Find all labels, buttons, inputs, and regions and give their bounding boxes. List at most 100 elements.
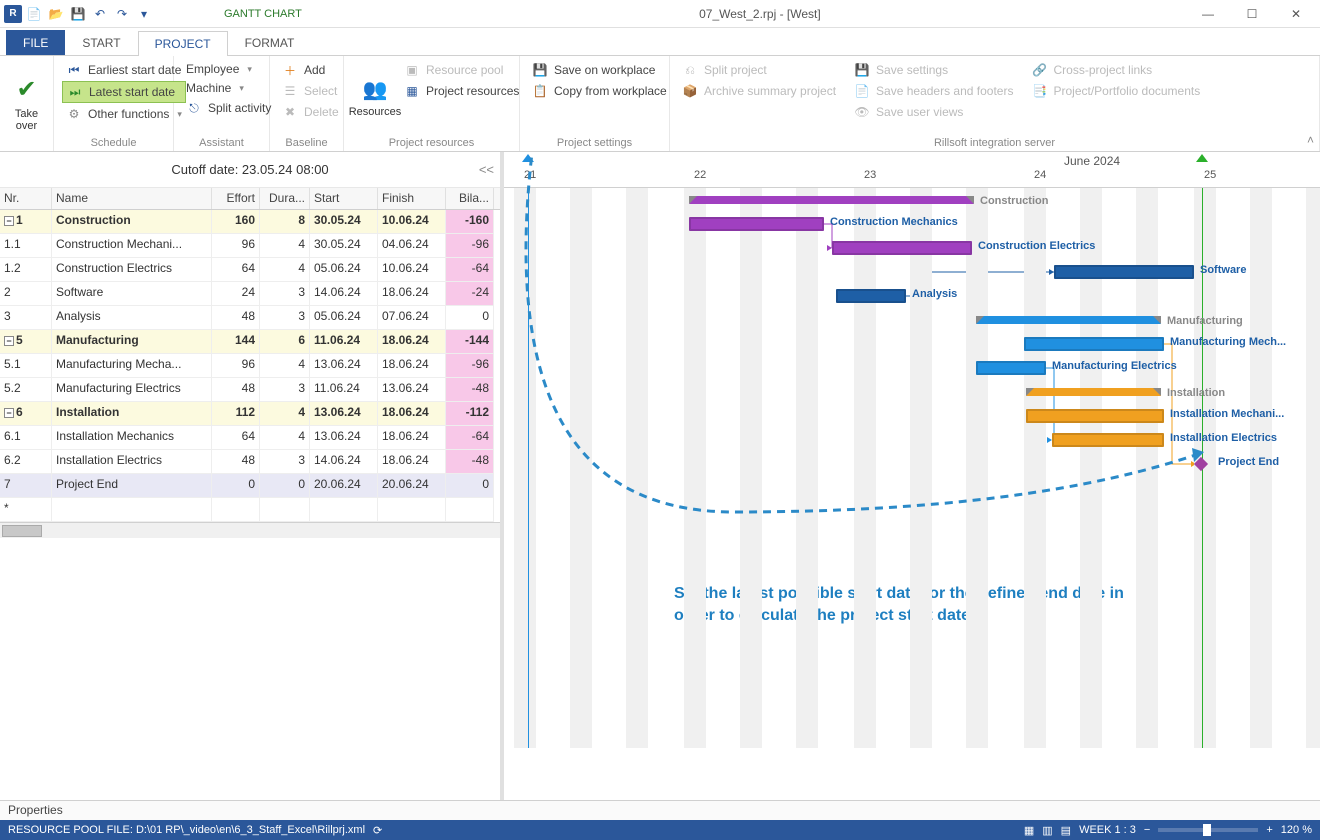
window-title: 07_West_2.rpj - [West] <box>332 7 1188 21</box>
qat-more-icon[interactable]: ▾ <box>134 4 154 24</box>
titlebar: R 📄 📂 💾 ↶ ↷ ▾ GANTT CHART 07_West_2.rpj … <box>0 0 1320 28</box>
gantt-row: Manufacturing Electrics <box>504 356 1320 380</box>
baseline-add-button[interactable]: ＋Add <box>278 60 343 80</box>
gantt-bar[interactable]: Software <box>1054 265 1194 279</box>
save-views-button[interactable]: 👁Save user views <box>850 102 1017 122</box>
portfolio-button[interactable]: 📑Project/Portfolio documents <box>1027 81 1204 101</box>
tab-format[interactable]: FORMAT <box>228 30 312 55</box>
properties-bar[interactable]: Properties <box>0 800 1320 820</box>
expander-icon[interactable]: − <box>4 216 14 226</box>
col-start[interactable]: Start <box>310 188 378 209</box>
qat-new-icon[interactable]: 📄 <box>24 4 44 24</box>
expander-icon[interactable]: − <box>4 408 14 418</box>
gantt-bar[interactable]: Installation <box>1026 388 1161 396</box>
gantt-pane[interactable]: June 2024 2122232425 Set the latest poss… <box>504 152 1320 800</box>
bar-label: Construction Mechanics <box>830 216 958 228</box>
qat-save-icon[interactable]: 💾 <box>68 4 88 24</box>
collapse-ribbon-icon[interactable]: ˄ <box>1307 133 1314 147</box>
col-finish[interactable]: Finish <box>378 188 446 209</box>
table-row-new[interactable]: * <box>0 498 500 522</box>
table-row[interactable]: −1Construction160830.05.2410.06.24-160 <box>0 210 500 234</box>
grid-body[interactable]: −1Construction160830.05.2410.06.24-1601.… <box>0 210 500 522</box>
gantt-bar[interactable]: Manufacturing <box>976 316 1161 324</box>
table-row[interactable]: 6.1Installation Mechanics64413.06.2418.0… <box>0 426 500 450</box>
baseline-delete-button[interactable]: ✖Delete <box>278 102 343 122</box>
maximize-button[interactable]: ☐ <box>1232 2 1272 26</box>
table-row[interactable]: 5.1Manufacturing Mecha...96413.06.2418.0… <box>0 354 500 378</box>
gantt-bar[interactable]: Analysis <box>836 289 906 303</box>
save-settings-button[interactable]: 💾Save settings <box>850 60 1017 80</box>
col-effort[interactable]: Effort <box>212 188 260 209</box>
select-icon: ☰ <box>282 83 298 99</box>
gantt-bar[interactable]: Manufacturing Electrics <box>976 361 1046 375</box>
table-row[interactable]: 5.2Manufacturing Electrics48311.06.2413.… <box>0 378 500 402</box>
split-project-button[interactable]: ⎌Split project <box>678 60 840 80</box>
table-row[interactable]: 2Software24314.06.2418.06.24-24 <box>0 282 500 306</box>
gantt-bar[interactable]: Installation Mechani... <box>1026 409 1164 423</box>
table-row[interactable]: 6.2Installation Electrics48314.06.2418.0… <box>0 450 500 474</box>
expander-icon[interactable]: − <box>4 336 14 346</box>
gantt-bar[interactable]: Manufacturing Mech... <box>1024 337 1164 351</box>
qat-open-icon[interactable]: 📂 <box>46 4 66 24</box>
gantt-bar[interactable]: Construction Mechanics <box>689 217 824 231</box>
close-button[interactable]: ✕ <box>1276 2 1316 26</box>
zoom-slider[interactable] <box>1158 828 1258 832</box>
gantt-row: Manufacturing <box>504 308 1320 332</box>
table-row[interactable]: 1.2Construction Electrics64405.06.2410.0… <box>0 258 500 282</box>
zoom-in-button[interactable]: + <box>1266 824 1272 836</box>
start-marker-icon <box>522 154 534 162</box>
gantt-bar[interactable]: Construction <box>689 196 974 204</box>
table-row[interactable]: 7Project End0020.06.2420.06.240 <box>0 474 500 498</box>
view-icon-2[interactable]: ▥ <box>1042 824 1052 837</box>
take-over-button[interactable]: ✔ Take over <box>8 60 45 147</box>
col-dur[interactable]: Dura... <box>260 188 310 209</box>
gantt-header: June 2024 2122232425 <box>504 152 1320 188</box>
refresh-icon[interactable]: ⟳ <box>373 824 382 837</box>
latest-start-button[interactable]: ⏭Latest start date <box>62 81 186 103</box>
gantt-day-label: 22 <box>694 169 706 181</box>
cross-links-button[interactable]: 🔗Cross-project links <box>1027 60 1204 80</box>
collapse-grid-icon[interactable]: << <box>479 162 494 177</box>
save-headers-button[interactable]: 📄Save headers and footers <box>850 81 1017 101</box>
copy-workplace-button[interactable]: 📋Copy from workplace <box>528 81 671 101</box>
zoom-out-button[interactable]: − <box>1144 824 1150 836</box>
qat-undo-icon[interactable]: ↶ <box>90 4 110 24</box>
save-settings-icon: 💾 <box>854 62 870 78</box>
split-activity-button[interactable]: ⎋Split activity <box>182 98 275 118</box>
tab-file[interactable]: FILE <box>6 30 65 55</box>
col-bal[interactable]: Bila... <box>446 188 494 209</box>
chevron-down-icon: ▾ <box>247 64 252 75</box>
tab-start[interactable]: START <box>65 30 137 55</box>
gantt-row: Construction Electrics <box>504 236 1320 260</box>
table-row[interactable]: −6Installation112413.06.2418.06.24-112 <box>0 402 500 426</box>
archive-summary-button[interactable]: 📦Archive summary project <box>678 81 840 101</box>
machine-button[interactable]: Machine▾ <box>182 79 275 97</box>
table-row[interactable]: 1.1Construction Mechani...96430.05.2404.… <box>0 234 500 258</box>
gantt-row: Construction Mechanics <box>504 212 1320 236</box>
gantt-bar[interactable]: Construction Electrics <box>832 241 972 255</box>
save-workplace-button[interactable]: 💾Save on workplace <box>528 60 671 80</box>
baseline-select-button[interactable]: ☰Select <box>278 81 343 101</box>
resources-button[interactable]: 👥 Resources <box>352 60 398 135</box>
ribbon: ✔ Take over ⏮Earliest start date ⏭Latest… <box>0 56 1320 152</box>
minimize-button[interactable]: — <box>1188 2 1228 26</box>
view-icon-3[interactable]: ▤ <box>1061 824 1071 837</box>
col-nr[interactable]: Nr. <box>0 188 52 209</box>
project-resources-button[interactable]: ▦Project resources <box>400 81 523 101</box>
resource-pool-button[interactable]: ▣Resource pool <box>400 60 523 80</box>
gantt-day-label: 21 <box>524 169 536 181</box>
grid-hscroll[interactable] <box>0 522 500 538</box>
col-name[interactable]: Name <box>52 188 212 209</box>
employee-button[interactable]: Employee▾ <box>182 60 275 78</box>
link-icon: 🔗 <box>1031 62 1047 78</box>
gantt-bar[interactable]: Installation Electrics <box>1052 433 1164 447</box>
earliest-start-button[interactable]: ⏮Earliest start date <box>62 60 186 80</box>
other-functions-button[interactable]: ⚙Other functions▾ <box>62 104 186 124</box>
tab-project[interactable]: PROJECT <box>138 31 228 56</box>
qat-redo-icon[interactable]: ↷ <box>112 4 132 24</box>
milestone-icon[interactable] <box>1194 457 1208 471</box>
view-icon-1[interactable]: ▦ <box>1024 824 1034 837</box>
table-row[interactable]: −5Manufacturing144611.06.2418.06.24-144 <box>0 330 500 354</box>
gantt-body[interactable]: Set the latest possible start date for t… <box>504 188 1320 748</box>
table-row[interactable]: 3Analysis48305.06.2407.06.240 <box>0 306 500 330</box>
